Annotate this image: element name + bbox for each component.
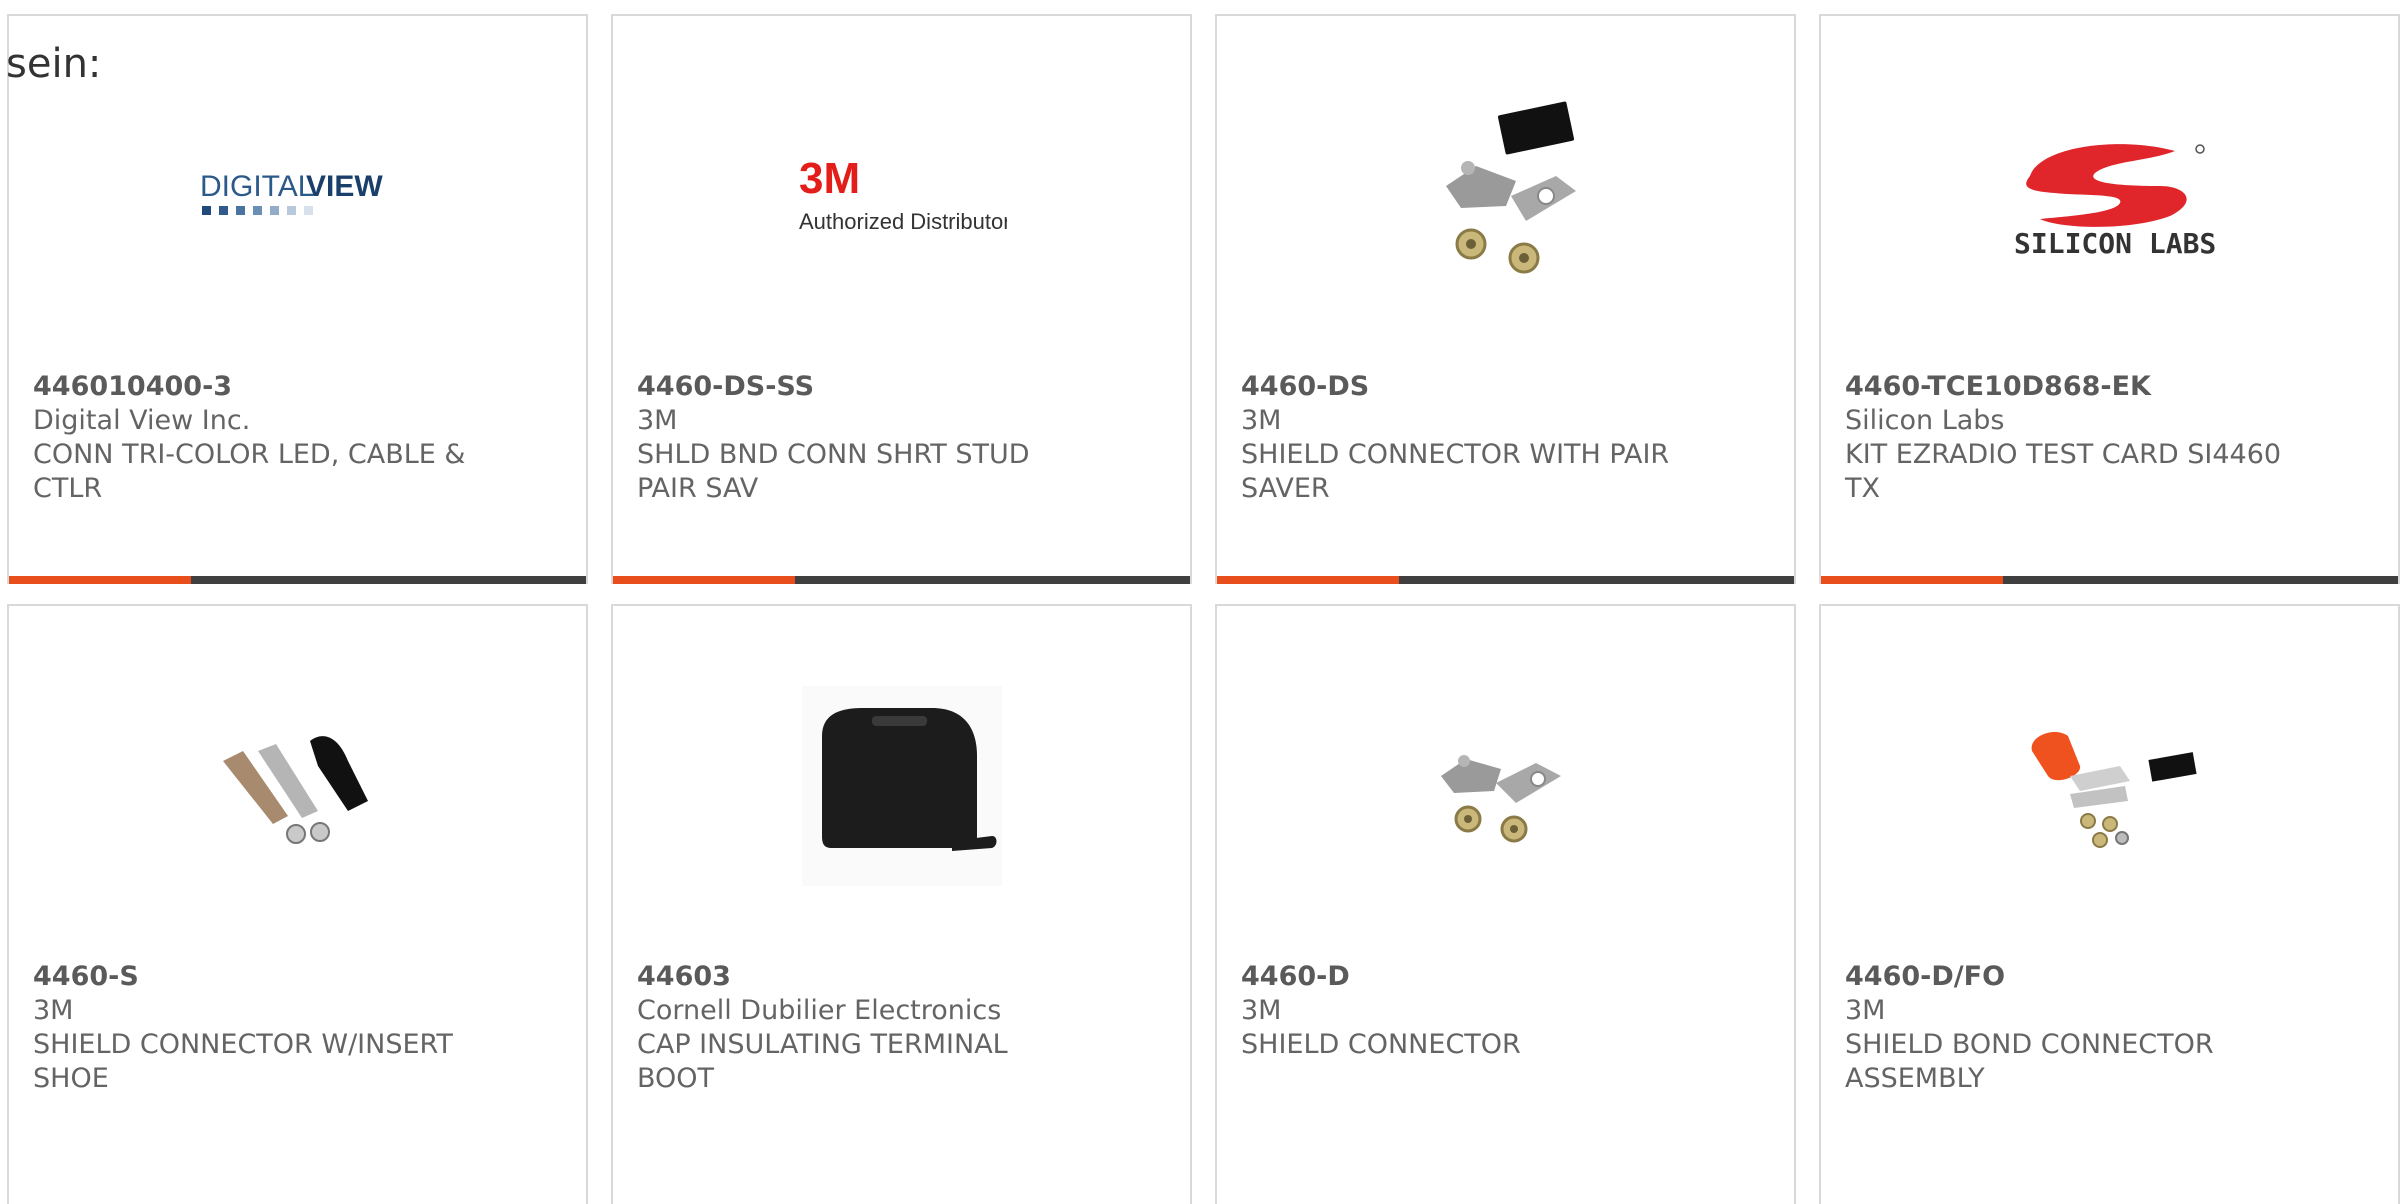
part-number[interactable]: 4460-DS bbox=[1241, 370, 1701, 404]
description-line: SHLD BND CONN SHRT STUD bbox=[637, 439, 1030, 470]
silicon-labs-logo: SILICON LABS bbox=[2014, 144, 2216, 260]
product-grid: DIGITAL VIEW 446010400-3 Digital View In… bbox=[0, 0, 2400, 1204]
description-line: CTLR bbox=[33, 473, 103, 504]
description-line: TX bbox=[1845, 473, 1880, 504]
description-line: SHIELD CONNECTOR W/INSERT bbox=[33, 1029, 453, 1060]
part-number[interactable]: 4460-D bbox=[1241, 960, 1701, 994]
logo-text-digital: DIGITAL bbox=[200, 170, 314, 203]
card-bottom-bar bbox=[9, 576, 586, 584]
product-image[interactable] bbox=[9, 666, 586, 906]
insulating-terminal-boot-photo bbox=[801, 686, 1002, 886]
logo-text-silicon-labs: SILICON LABS bbox=[2014, 227, 2216, 260]
product-image[interactable] bbox=[613, 666, 1190, 906]
description-line: PAIR SAV bbox=[637, 473, 759, 504]
description-line: CAP INSULATING TERMINAL bbox=[637, 1029, 1008, 1060]
description-line: SHIELD CONNECTOR WITH PAIR bbox=[1241, 439, 1670, 470]
manufacturer: Cornell Dubilier Electronics bbox=[637, 995, 1002, 1026]
description-line: ASSEMBLY bbox=[1845, 1063, 1985, 1094]
product-card[interactable]: 4460-D/FO 3M SHIELD BOND CONNECTOR ASSEM… bbox=[1819, 604, 2400, 1204]
manufacturer: 3M bbox=[1241, 995, 1282, 1026]
product-image[interactable]: DIGITAL VIEW bbox=[9, 76, 586, 316]
card-bottom-bar bbox=[613, 576, 1190, 584]
manufacturer: 3M bbox=[33, 995, 74, 1026]
product-card[interactable]: DIGITAL VIEW 446010400-3 Digital View In… bbox=[7, 14, 588, 584]
digital-view-logo: DIGITAL VIEW bbox=[200, 170, 383, 215]
product-image[interactable] bbox=[1217, 76, 1794, 316]
manufacturer: 3M bbox=[1241, 405, 1282, 436]
description-line: SHIELD BOND CONNECTOR bbox=[1845, 1029, 2214, 1060]
product-card[interactable]: 4460-S 3M SHIELD CONNECTOR W/INSERT SHOE bbox=[7, 604, 588, 1204]
shield-connector-insert-shoe-photo bbox=[222, 736, 368, 844]
logo-text-view: VIEW bbox=[306, 170, 383, 203]
product-image[interactable] bbox=[1217, 666, 1794, 906]
product-card[interactable]: 3M Authorized Distributor 4460-DS-SS 3M … bbox=[611, 14, 1192, 584]
page-heading: sein: bbox=[6, 41, 102, 87]
description-line: SHIELD CONNECTOR bbox=[1241, 1029, 1521, 1060]
part-number[interactable]: 4460-TCE10D868-EK bbox=[1845, 370, 2305, 404]
manufacturer: 3M bbox=[1845, 995, 1886, 1026]
product-card[interactable]: 4460-DS 3M SHIELD CONNECTOR WITH PAIR SA… bbox=[1215, 14, 1796, 584]
part-number[interactable]: 4460-D/FO bbox=[1845, 960, 2305, 994]
card-bottom-bar bbox=[1821, 576, 2398, 584]
description-line: BOOT bbox=[637, 1063, 715, 1094]
manufacturer: Silicon Labs bbox=[1845, 405, 2005, 436]
product-image[interactable] bbox=[1821, 666, 2398, 906]
description-line: KIT EZRADIO TEST CARD SI4460 bbox=[1845, 439, 2282, 470]
part-number[interactable]: 44603 bbox=[637, 960, 1097, 994]
shield-connector-photo bbox=[1440, 755, 1561, 843]
description-line: SAVER bbox=[1241, 473, 1330, 504]
description-line: SHOE bbox=[33, 1063, 109, 1094]
product-image[interactable]: SILICON LABS bbox=[1821, 76, 2398, 316]
product-card[interactable]: 4460-D 3M SHIELD CONNECTOR bbox=[1215, 604, 1796, 1204]
3m-authorized-distributor-logo: 3M Authorized Distributor bbox=[799, 154, 1007, 234]
card-bottom-bar bbox=[1217, 576, 1794, 584]
shield-connector-pair-saver-photo bbox=[1445, 101, 1576, 274]
part-number[interactable]: 4460-S bbox=[33, 960, 493, 994]
part-number[interactable]: 4460-DS-SS bbox=[637, 370, 1097, 404]
product-card[interactable]: SILICON LABS 4460-TCE10D868-EK Silicon L… bbox=[1819, 14, 2400, 584]
part-number[interactable]: 446010400-3 bbox=[33, 370, 493, 404]
manufacturer: 3M bbox=[637, 405, 678, 436]
description-line: CONN TRI-COLOR LED, CABLE & bbox=[33, 439, 466, 470]
logo-text-3m: 3M bbox=[799, 154, 860, 203]
product-image[interactable]: 3M Authorized Distributor bbox=[613, 76, 1190, 316]
manufacturer: Digital View Inc. bbox=[33, 405, 251, 436]
logo-text-authorized-distributor: Authorized Distributor bbox=[799, 209, 1007, 234]
shield-bond-connector-assembly-photo bbox=[2031, 731, 2197, 848]
product-card[interactable]: 44603 Cornell Dubilier Electronics CAP I… bbox=[611, 604, 1192, 1204]
